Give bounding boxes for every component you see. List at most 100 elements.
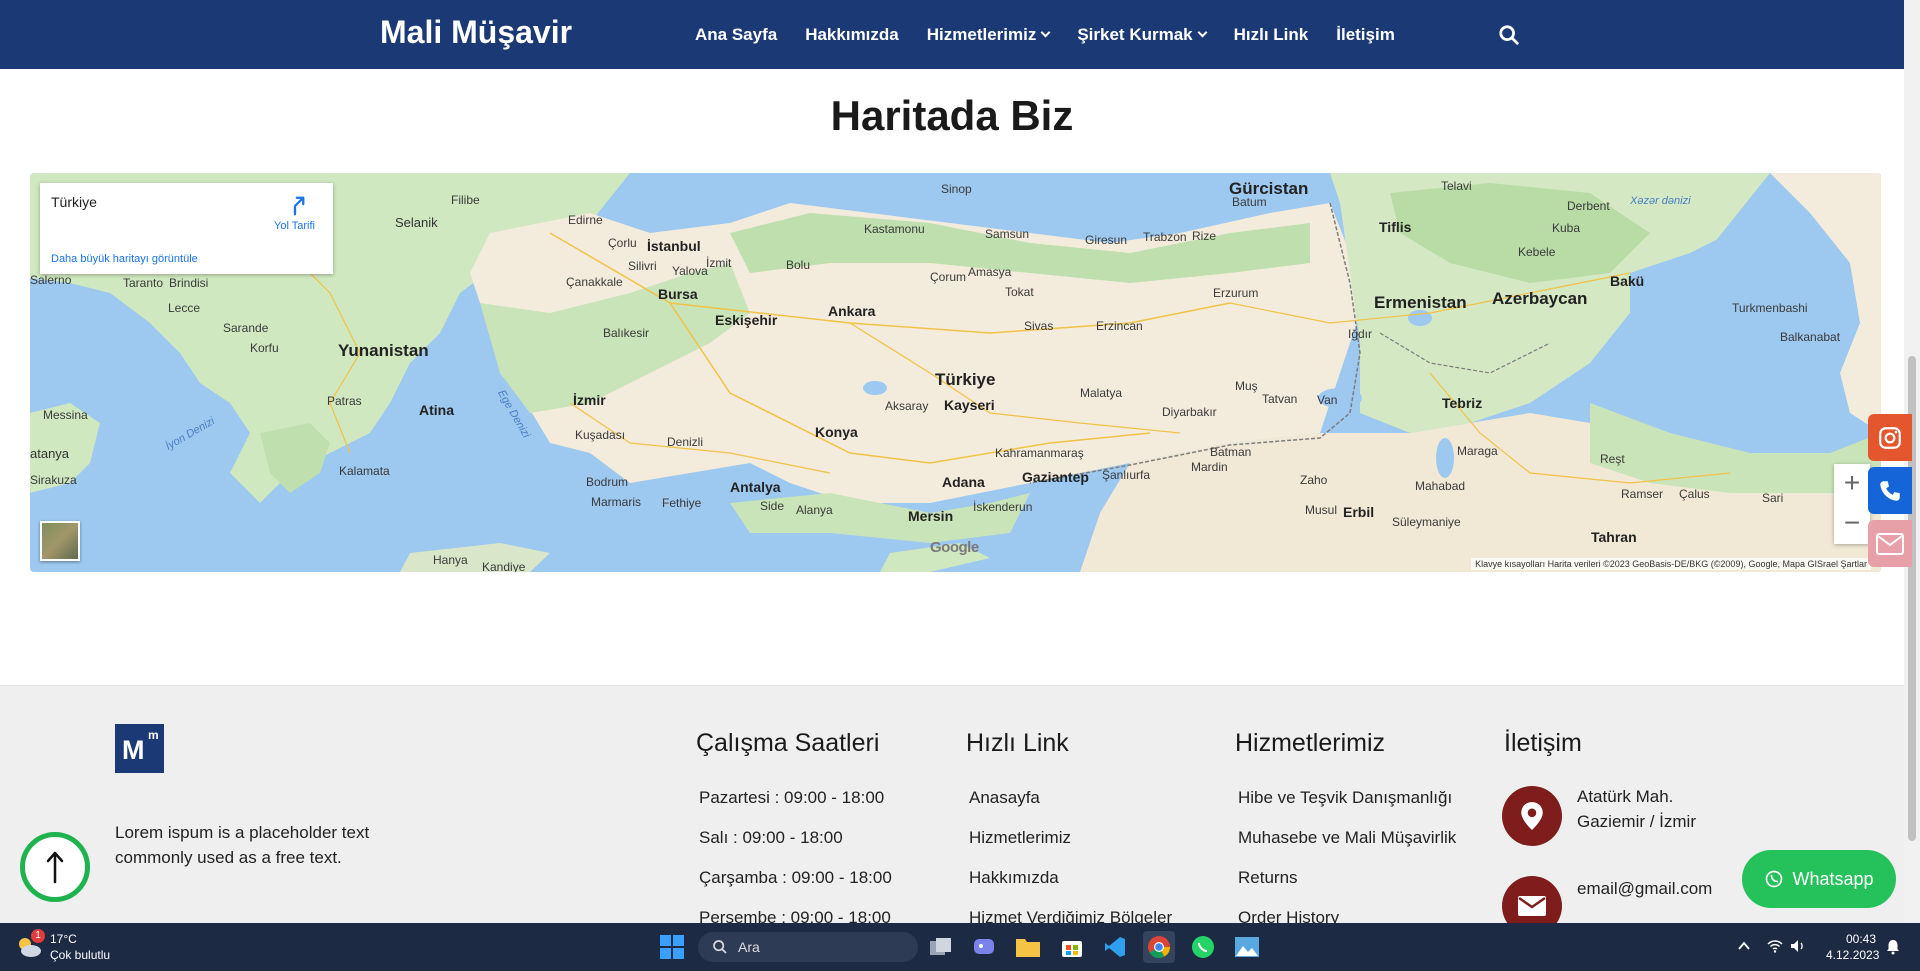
weather-widget[interactable]: 1 17°C Çok bulutlu <box>14 929 111 963</box>
address-line-2: Gaziemir / İzmir <box>1577 812 1696 831</box>
task-view-icon <box>930 938 951 955</box>
photos-button[interactable] <box>1231 931 1263 963</box>
arrow-up-icon <box>46 851 64 884</box>
map-label-messina: Messina <box>43 408 88 422</box>
page-scrollbar[interactable] <box>1904 0 1920 923</box>
nav-item-ana-sayfa[interactable]: Ana Sayfa <box>695 25 777 45</box>
footer-logo[interactable]: M m <box>115 724 164 773</box>
whatsapp-icon <box>1192 936 1214 958</box>
store-button[interactable] <box>1056 931 1088 963</box>
file-explorer-button[interactable] <box>1012 931 1044 963</box>
image-icon <box>1235 937 1259 957</box>
directions-label: Yol Tarifi <box>274 220 315 232</box>
zoom-out-button[interactable]: − <box>1834 504 1870 544</box>
task-view-button[interactable] <box>925 931 957 963</box>
map-label-erzincan: Erzincan <box>1096 319 1143 333</box>
weather-temp: 17°C <box>50 932 77 946</box>
map-label-salerno: Salerno <box>30 273 72 287</box>
nav-item-iletisim[interactable]: İletişim <box>1336 25 1395 45</box>
nav-label: Hizmetlerimiz <box>926 24 1037 44</box>
teams-button[interactable] <box>968 931 1000 963</box>
map-label-turkiye: Türkiye <box>935 370 996 389</box>
weather-desc: Çok bulutlu <box>50 948 111 962</box>
clock-time: 00:43 <box>1845 932 1876 946</box>
service-link[interactable]: Returns <box>1238 868 1456 908</box>
map-label-kalamata: Kalamata <box>339 464 390 478</box>
map-label-fethiye: Fethiye <box>662 496 702 510</box>
map-label-balikesir: Balıkesir <box>603 326 650 340</box>
chevron-down-icon <box>1197 27 1208 38</box>
whatsapp-button[interactable]: Whatsapp <box>1742 850 1896 908</box>
taskbar-search[interactable]: Ara <box>698 932 918 962</box>
taskbar-clock[interactable]: 00:43 4.12.2023 <box>1826 931 1879 963</box>
map-label-amasya: Amasya <box>968 265 1012 279</box>
map-label-gaziantep: Gaziantep <box>1022 469 1089 485</box>
volume-icon[interactable] <box>1790 938 1806 959</box>
map-label-sarande: Sarande <box>223 321 269 335</box>
map-label-kandiye: Kandiye <box>482 560 526 572</box>
map-label-tatvan: Tatvan <box>1262 392 1298 406</box>
map-label-batum: Batum <box>1232 195 1267 209</box>
map-label-maraga: Maraga <box>1457 444 1498 458</box>
map-label-atina: Atina <box>419 402 454 418</box>
instagram-button[interactable] <box>1868 414 1912 461</box>
contact-address: Atatürk Mah. Gaziemir / İzmir <box>1502 786 1696 846</box>
windows-taskbar: 1 17°C Çok bulutlu Ara 00:43 4.12.2023 <box>0 923 1920 971</box>
nav-label: Şirket Kurmak <box>1077 24 1193 44</box>
map-label-hanya: Hanya <box>433 553 468 567</box>
windows-icon <box>660 935 684 959</box>
map-label-rest: Reşt <box>1600 452 1625 466</box>
map-label-zaho: Zaho <box>1300 473 1328 487</box>
nav-item-hakkimizda[interactable]: Hakkımızda <box>805 25 899 45</box>
larger-map-link[interactable]: Daha büyük haritayı görüntüle <box>51 253 198 265</box>
chat-icon <box>974 939 994 954</box>
embedded-map[interactable]: Türkiye Yunanistan Gürcistan Ermenistan … <box>30 173 1881 572</box>
wifi-icon[interactable] <box>1767 938 1783 959</box>
map-label-sinop: Sinop <box>941 182 972 196</box>
quick-link[interactable]: Hakkımızda <box>969 868 1172 908</box>
search-icon[interactable] <box>1498 24 1520 46</box>
map-label-filibe: Filibe <box>451 193 480 207</box>
main-nav: Ana Sayfa Hakkımızda Hizmetlerimiz Şirke… <box>695 0 1395 69</box>
bell-icon[interactable] <box>1885 939 1901 960</box>
chevron-up-icon[interactable] <box>1737 939 1751 958</box>
nav-item-hizli-link[interactable]: Hızlı Link <box>1234 25 1309 45</box>
scroll-to-top-button[interactable] <box>20 832 90 902</box>
location-pin-icon <box>1502 786 1562 846</box>
vscode-button[interactable] <box>1099 931 1131 963</box>
directions-button[interactable]: Yol Tarifi <box>274 195 315 232</box>
phone-icon <box>1880 480 1900 501</box>
quick-link[interactable]: Anasayfa <box>969 788 1172 828</box>
map-label-istanbul: İstanbul <box>647 238 701 254</box>
address-line-1: Atatürk Mah. <box>1577 787 1674 806</box>
map-label-alanya: Alanya <box>796 503 833 517</box>
quick-link[interactable]: Hizmetlerimiz <box>969 828 1172 868</box>
whatsapp-app-button[interactable] <box>1187 931 1219 963</box>
service-link[interactable]: Hibe ve Teşvik Danışmanlığı <box>1238 788 1456 828</box>
map-label-igdir: Iğdır <box>1348 327 1373 341</box>
map-label-erbil: Erbil <box>1343 504 1375 520</box>
nav-item-hizmetlerimiz[interactable]: Hizmetlerimiz <box>926 24 1051 45</box>
map-label-yalova: Yalova <box>672 264 708 278</box>
map-label-edirne: Edirne <box>568 213 603 227</box>
nav-item-sirket-kurmak[interactable]: Şirket Kurmak <box>1077 24 1208 45</box>
map-label-trabzon: Trabzon <box>1143 230 1187 244</box>
email-button[interactable] <box>1868 520 1912 567</box>
zoom-in-button[interactable]: + <box>1834 464 1870 504</box>
map-label-batman: Batman <box>1210 445 1252 459</box>
vscode-icon <box>1105 937 1125 957</box>
chrome-button[interactable] <box>1143 931 1175 963</box>
service-link[interactable]: Muhasebe ve Mali Müşavirlik <box>1238 828 1456 868</box>
map-label-antalya: Antalya <box>730 479 781 495</box>
phone-button[interactable] <box>1868 467 1912 514</box>
start-button[interactable] <box>656 931 688 963</box>
map-label-bolu: Bolu <box>786 258 811 272</box>
brand-logo-text[interactable]: Mali Müşavir <box>380 14 572 51</box>
map-attribution[interactable]: Klavye kısayolları Harita verileri ©2023… <box>1471 558 1871 570</box>
map-label-samsun: Samsun <box>985 227 1030 241</box>
map-section-title: Haritada Biz <box>830 92 1074 139</box>
nav-label: Hakkımızda <box>805 24 899 44</box>
map-label-kuba: Kuba <box>1552 221 1581 235</box>
map-label-canakkale: Çanakkale <box>566 275 623 289</box>
satellite-toggle[interactable] <box>40 521 80 561</box>
